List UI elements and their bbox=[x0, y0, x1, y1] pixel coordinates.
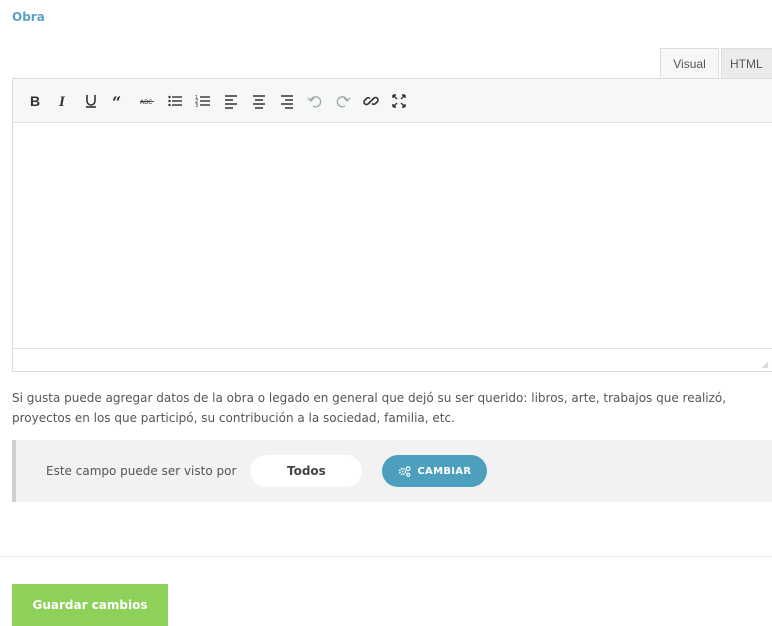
align-left-icon bbox=[225, 94, 237, 109]
underline-icon bbox=[86, 94, 96, 108]
visibility-value: Todos bbox=[250, 455, 363, 487]
editor-statusbar bbox=[13, 348, 772, 371]
strikethrough-button[interactable]: ABC bbox=[135, 89, 159, 113]
svg-text:I: I bbox=[58, 94, 66, 109]
save-button[interactable]: Guardar cambios bbox=[12, 584, 168, 626]
svg-text:3: 3 bbox=[195, 103, 198, 109]
align-right-button[interactable] bbox=[275, 89, 299, 113]
svg-text:B: B bbox=[30, 93, 40, 109]
blockquote-icon: “ bbox=[112, 93, 121, 109]
rich-text-editor: B I “ ABC 123 bbox=[12, 78, 772, 372]
numbered-list-button[interactable]: 123 bbox=[191, 89, 215, 113]
field-label: Obra bbox=[12, 10, 45, 24]
tab-visual[interactable]: Visual bbox=[660, 48, 719, 78]
italic-icon: I bbox=[58, 94, 66, 109]
align-center-button[interactable] bbox=[247, 89, 271, 113]
align-left-button[interactable] bbox=[219, 89, 243, 113]
resize-handle-icon[interactable] bbox=[761, 361, 769, 369]
bold-icon: B bbox=[30, 93, 40, 109]
editor-tabs: Visual HTML bbox=[660, 48, 772, 78]
visibility-label: Este campo puede ser visto por bbox=[46, 464, 237, 478]
redo-button[interactable] bbox=[331, 89, 355, 113]
redo-icon bbox=[336, 95, 351, 107]
strikethrough-icon: ABC bbox=[140, 99, 154, 106]
editor-content-area[interactable] bbox=[13, 123, 772, 349]
fullscreen-button[interactable] bbox=[387, 89, 411, 113]
align-center-icon bbox=[253, 94, 265, 109]
svg-text:ABC: ABC bbox=[140, 99, 152, 106]
align-right-icon bbox=[281, 94, 293, 109]
bullet-list-icon bbox=[168, 95, 182, 106]
section-divider bbox=[0, 556, 772, 557]
blockquote-button[interactable]: “ bbox=[107, 89, 131, 113]
link-icon bbox=[363, 96, 379, 105]
editor-toolbar: B I “ ABC 123 bbox=[13, 79, 772, 123]
undo-button[interactable] bbox=[303, 89, 327, 113]
help-text: Si gusta puede agregar datos de la obra … bbox=[12, 391, 727, 425]
svg-text:“: “ bbox=[112, 93, 121, 109]
gears-icon bbox=[399, 465, 412, 477]
fullscreen-icon bbox=[392, 93, 406, 108]
change-visibility-button[interactable]: CAMBIAR bbox=[382, 455, 488, 487]
tab-html[interactable]: HTML bbox=[721, 48, 772, 78]
bold-button[interactable]: B bbox=[23, 89, 47, 113]
undo-icon bbox=[307, 95, 322, 107]
link-button[interactable] bbox=[359, 89, 383, 113]
bullet-list-button[interactable] bbox=[163, 89, 187, 113]
visibility-panel: Este campo puede ser visto por Todos CAM… bbox=[12, 440, 772, 502]
italic-button[interactable]: I bbox=[51, 89, 75, 113]
numbered-list-icon: 123 bbox=[195, 95, 210, 109]
change-visibility-label: CAMBIAR bbox=[417, 465, 472, 477]
underline-button[interactable] bbox=[79, 89, 103, 113]
